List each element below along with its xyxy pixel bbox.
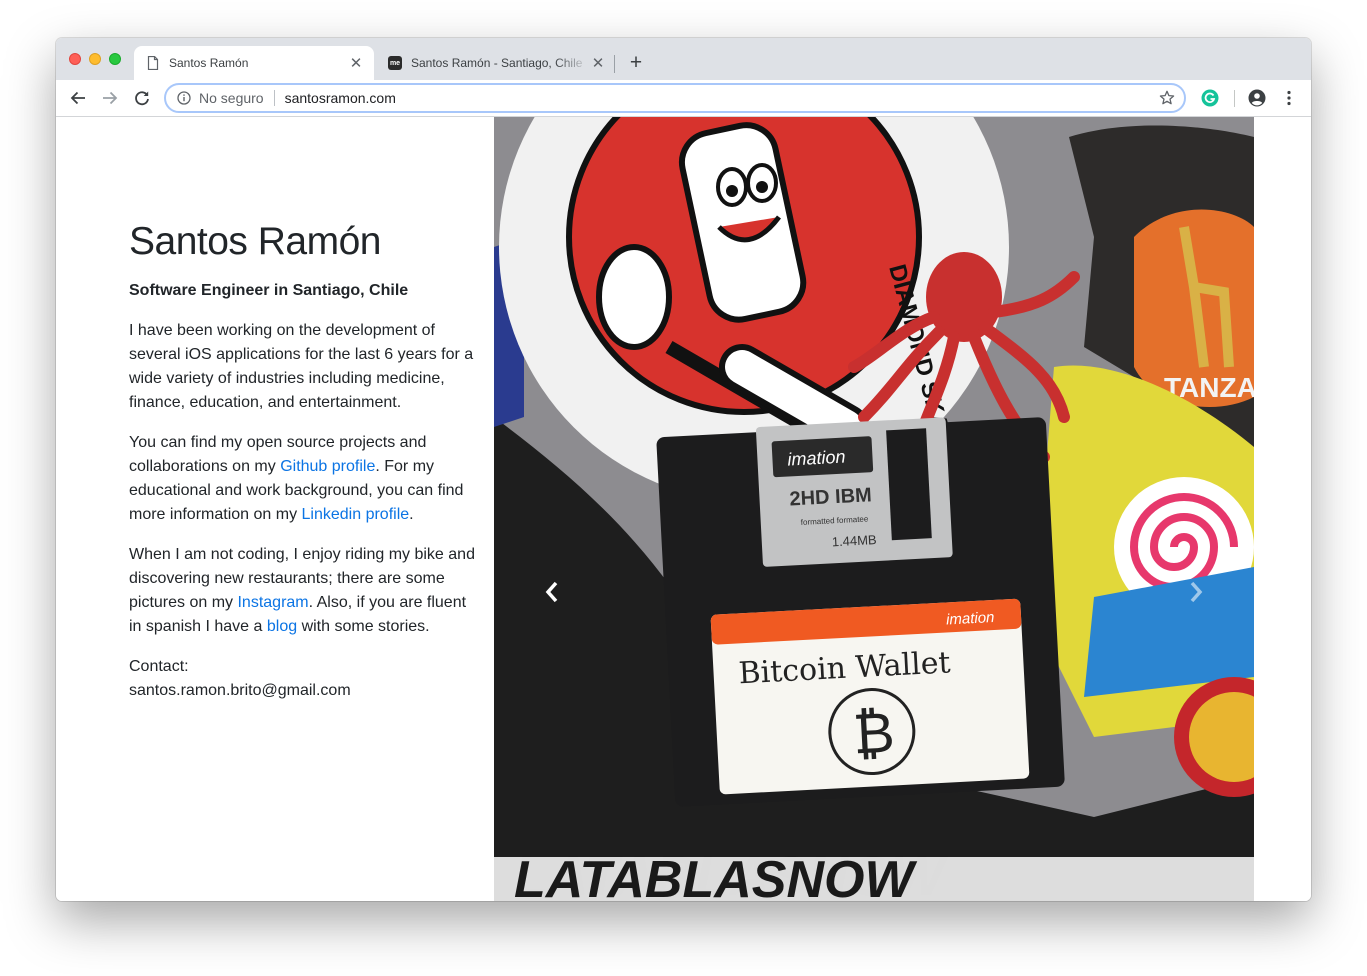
info-icon[interactable] [176, 90, 192, 106]
bookmark-star-icon[interactable] [1158, 89, 1176, 107]
reload-button[interactable] [130, 86, 154, 110]
reload-icon [135, 91, 149, 106]
instagram-link[interactable]: Instagram [237, 594, 308, 611]
hobbies-text: with some stories. [297, 618, 430, 635]
bitcoin-symbol-icon: ₿ [851, 700, 896, 767]
diskette-brand-text: imation [787, 447, 846, 470]
chevron-right-icon [1190, 581, 1203, 603]
toolbar-separator [1234, 90, 1235, 107]
contact-label: Contact: [129, 658, 189, 675]
grammarly-extension-icon[interactable] [1199, 87, 1221, 109]
chevron-left-icon [545, 581, 558, 603]
address-bar[interactable]: No seguro santosramon.com [164, 83, 1186, 113]
forward-button[interactable] [98, 86, 122, 110]
tab-title: Santos Ramón - Santiago, Chile [411, 56, 583, 70]
url-text[interactable]: santosramon.com [285, 90, 1158, 106]
about-me-favicon: me [388, 56, 402, 70]
carousel-next-button[interactable] [1184, 577, 1208, 607]
diskette-type-text: 2HD IBM [789, 484, 872, 510]
photo-carousel[interactable]: DIAMOND SKATE TANZA imation 2HD IBM form… [494, 117, 1254, 901]
tab-title: Santos Ramón [169, 56, 249, 70]
browser-window: Santos Ramón ✕ me Santos Ramón - Santiag… [56, 38, 1311, 901]
close-tab-icon[interactable]: ✕ [590, 55, 606, 72]
security-label[interactable]: No seguro [199, 90, 264, 106]
zoom-window-button[interactable] [109, 53, 121, 65]
page-title: Santos Ramón [129, 220, 381, 263]
sticker-bottom-text-overlay: LATABLASNOW [514, 851, 917, 901]
page-viewport: Santos Ramón Software Engineer in Santia… [56, 117, 1311, 901]
blog-link[interactable]: blog [267, 618, 297, 635]
document-icon [146, 56, 160, 70]
arrow-left-icon [70, 91, 85, 105]
back-button[interactable] [66, 86, 90, 110]
linkedin-link[interactable]: Linkedin profile [302, 506, 410, 523]
diskette-capacity-text: 1.44MB [831, 532, 877, 549]
github-link[interactable]: Github profile [280, 458, 375, 475]
close-window-button[interactable] [69, 53, 81, 65]
address-divider [273, 90, 275, 106]
label-brand-text: imation [946, 609, 995, 629]
tab-about-me[interactable]: me Santos Ramón - Santiago, Chile ✕ [376, 46, 616, 80]
browser-toolbar: No seguro santosramon.com [56, 80, 1311, 117]
contact-email: santos.ramon.brito@gmail.com [129, 682, 351, 699]
account-icon[interactable] [1246, 87, 1268, 109]
about-me-favicon-text: me [388, 56, 402, 70]
carousel-photo: DIAMOND SKATE TANZA imation 2HD IBM form… [494, 117, 1254, 901]
minimize-window-button[interactable] [89, 53, 101, 65]
tab-santos-ramon[interactable]: Santos Ramón ✕ [134, 46, 374, 80]
bio-paragraph: I have been working on the development o… [129, 322, 474, 411]
projects-text: . [409, 506, 414, 523]
close-tab-icon[interactable]: ✕ [348, 55, 364, 72]
projects-paragraph: You can find my open source projects and… [129, 431, 481, 527]
tab-strip: Santos Ramón ✕ me Santos Ramón - Santiag… [56, 38, 1311, 80]
menu-dots-icon[interactable] [1278, 87, 1300, 109]
contact-block: Contact: santos.ramon.brito@gmail.com [129, 655, 481, 703]
page-subtitle: Software Engineer in Santiago, Chile [129, 282, 409, 299]
carousel-prev-button[interactable] [540, 577, 564, 607]
intro-column: Santos Ramón Software Engineer in Santia… [129, 217, 481, 703]
tab-separator [614, 55, 615, 73]
hobbies-paragraph: When I am not coding, I enjoy riding my … [129, 543, 481, 639]
new-tab-button[interactable]: + [624, 51, 648, 75]
arrow-right-icon [103, 91, 118, 105]
